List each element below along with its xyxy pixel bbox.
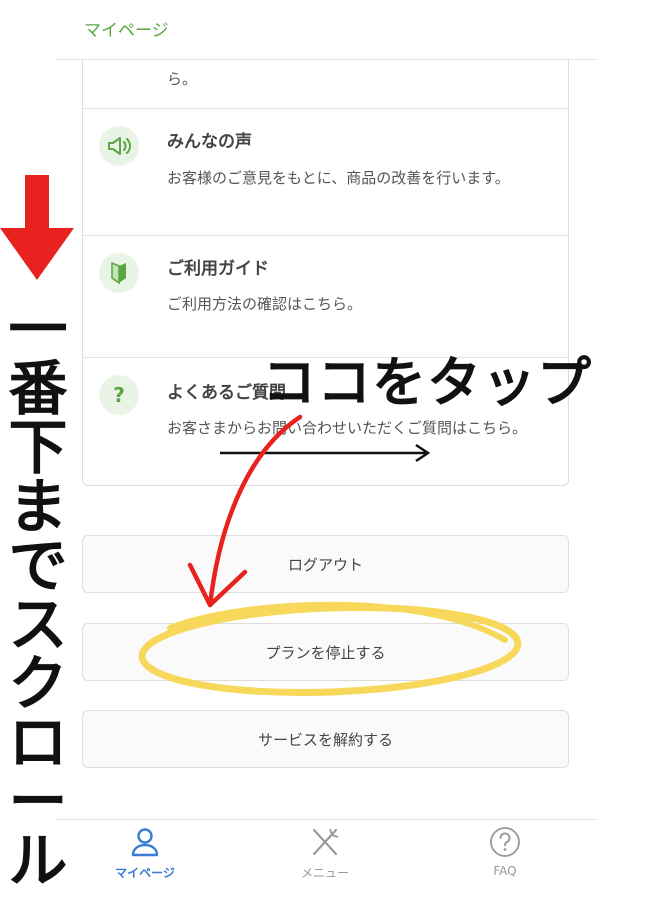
- item-title: みんなの声: [167, 132, 252, 152]
- side-char: ク: [8, 649, 68, 718]
- page-title: マイページ: [84, 21, 169, 41]
- info-list-card: ら。 みんなの声 お客様のご意見をもとに、商品の改善を行います。 ご利用ガイド …: [82, 60, 569, 486]
- red-down-arrow-shaft: [25, 175, 49, 233]
- list-item-voices[interactable]: みんなの声 お客様のご意見をもとに、商品の改善を行います。: [83, 109, 568, 235]
- scroll-instruction-text: 一 番 下 ま で ス ク ロ ー ル: [0, 300, 76, 890]
- truncated-text: ら。: [167, 70, 198, 88]
- cancel-service-button[interactable]: サービスを解約する: [82, 710, 569, 768]
- tab-label: マイページ: [115, 866, 175, 880]
- side-char: 番: [8, 354, 68, 423]
- fork-knife-icon: [312, 828, 339, 856]
- item-description: お客さまからお問い合わせいただくご質問はこちら。: [167, 419, 528, 437]
- side-char: 一: [8, 295, 68, 364]
- side-char: ま: [8, 472, 68, 541]
- side-char: で: [8, 531, 68, 600]
- question-circle-icon: [490, 827, 520, 857]
- item-title: ご利用ガイド: [167, 259, 269, 279]
- side-char: ロ: [8, 708, 68, 777]
- red-down-arrow-head: [0, 228, 74, 280]
- tap-here-text: ココをタップ: [262, 351, 592, 414]
- logout-button[interactable]: ログアウト: [82, 535, 569, 593]
- side-char: ス: [8, 590, 68, 659]
- side-char: ー: [8, 767, 68, 836]
- stop-plan-button[interactable]: プランを停止する: [82, 623, 569, 681]
- megaphone-icon: [99, 126, 139, 166]
- tabbar-divider: [55, 819, 596, 820]
- tab-faq[interactable]: FAQ: [445, 826, 565, 896]
- question-icon: ?: [99, 375, 139, 415]
- side-char: 下: [8, 413, 68, 482]
- screen: マイページ ら。 みんなの声 お客様のご意見をもとに、商品の改善を行います。 ご…: [0, 0, 650, 900]
- tab-label: メニュー: [300, 866, 349, 880]
- beginner-mark-icon: [99, 253, 139, 293]
- item-description: ご利用方法の確認はこちら。: [167, 295, 363, 313]
- tab-mypage[interactable]: マイページ: [85, 826, 205, 896]
- tab-label: FAQ: [493, 864, 517, 878]
- person-icon: [131, 828, 159, 857]
- side-char: ル: [8, 826, 68, 895]
- tab-menu[interactable]: メニュー: [265, 826, 385, 896]
- item-description: お客様のご意見をもとに、商品の改善を行います。: [167, 169, 510, 187]
